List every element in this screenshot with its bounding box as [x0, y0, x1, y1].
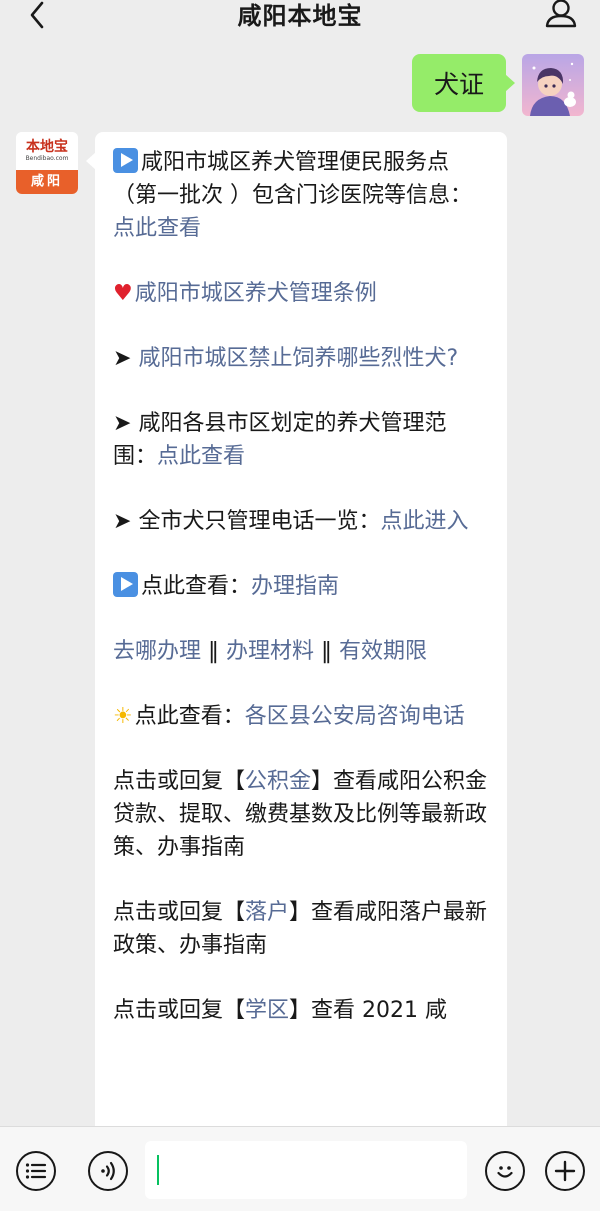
bot-paragraph-banned-breeds: ➤ 咸阳市城区禁止饲养哪些烈性犬? [113, 342, 489, 375]
bendibao-logo: 本地宝 Bendibao.com [16, 132, 78, 170]
avatar-illustration [522, 54, 584, 116]
bot-paragraph-police-phone: ☀点此查看：各区县公安局咨询电话 [113, 704, 465, 729]
link-validity[interactable]: 有效期限 [339, 639, 427, 664]
voice-button[interactable] [88, 1151, 128, 1191]
link-housing-fund[interactable]: 公积金 [245, 769, 311, 794]
bot-paragraph-phone-list: ➤ 全市犬只管理电话一览：点此进入 [113, 509, 469, 534]
bot-paragraph-guide-links: 去哪办理 ‖ 办理材料 ‖ 有效期限 [113, 639, 428, 664]
profile-button[interactable] [544, 0, 578, 28]
bot-paragraph-management-scope: ➤ 咸阳各县市区划定的养犬管理范围：点此查看 [113, 411, 447, 469]
menu-button[interactable] [16, 1151, 56, 1191]
smile-icon [497, 1166, 513, 1178]
arrow-icon: ➤ [113, 346, 139, 371]
my-message-bubble[interactable]: 犬证 [411, 54, 516, 112]
emoji-button[interactable] [485, 1151, 525, 1191]
link-where[interactable]: 去哪办理 [113, 639, 201, 664]
heart-emoji-icon: ♥ [113, 281, 133, 306]
bot-paragraph-housing-fund: 点击或回复【公积金】查看咸阳公积金贷款、提取、缴费基数及比例等最新政策、办事指南 [113, 769, 488, 860]
arrow-icon: ➤ [113, 509, 139, 534]
my-avatar[interactable] [522, 54, 584, 116]
my-message-text: 犬证 [433, 70, 484, 99]
link-materials[interactable]: 办理材料 [226, 639, 314, 664]
link-guide[interactable]: 办理指南 [251, 574, 339, 599]
bot-paragraph-guide: 点此查看：办理指南 [113, 570, 489, 603]
bot-paragraph-regulations: ♥咸阳市城区养犬管理条例 [113, 277, 489, 310]
sun-emoji-icon: ☀ [113, 704, 133, 729]
link-regulations[interactable]: 咸阳市城区养犬管理条例 [135, 281, 377, 306]
link-hukou[interactable]: 落户 [245, 900, 289, 925]
link-school-district[interactable]: 学区 [245, 998, 289, 1023]
text-cursor [157, 1155, 159, 1185]
bot-message-bubble: 咸阳市城区养犬管理便民服务点（第一批次 ）包含门诊医院等信息：点此查看 ♥咸阳市… [86, 132, 507, 1126]
chat-title: 咸阳本地宝 [237, 2, 363, 30]
bot-paragraph-hukou: 点击或回复【落户】查看咸阳落户最新政策、办事指南 [113, 900, 488, 958]
plus-icon [554, 1160, 576, 1182]
voice-icon [101, 1161, 115, 1181]
menu-list-icon [25, 1163, 47, 1179]
more-button[interactable] [545, 1151, 585, 1191]
link-phone-list[interactable]: 点此进入 [380, 509, 468, 534]
play-button-emoji-icon [113, 148, 138, 173]
play-button-emoji-icon [113, 572, 138, 597]
link-banned-breeds[interactable]: 咸阳市城区禁止饲养哪些烈性犬? [138, 346, 458, 371]
bot-paragraph-service-points: 咸阳市城区养犬管理便民服务点（第一批次 ）包含门诊医院等信息：点此查看 [113, 148, 472, 241]
link-police-phone[interactable]: 各区县公安局咨询电话 [245, 704, 465, 729]
message-input[interactable] [145, 1141, 467, 1199]
arrow-icon: ➤ [113, 411, 139, 436]
top-nav-bar: 咸阳本地宝 [0, 0, 600, 46]
user-icon [545, 0, 577, 28]
bot-paragraph-school-district: 点击或回复【学区】查看 2021 咸 [113, 998, 448, 1023]
bot-avatar[interactable]: 本地宝 Bendibao.com 咸阳 [16, 132, 78, 194]
bottom-input-bar [0, 1126, 600, 1211]
chat-area[interactable]: 犬证 本地宝 Bendibao.com 咸阳 咸阳市城区养犬管理便民服务点（第一… [0, 46, 600, 1126]
link-service-points[interactable]: 点此查看 [113, 216, 201, 241]
link-management-scope[interactable]: 点此查看 [157, 444, 245, 469]
my-message-row: 犬证 [411, 54, 584, 116]
